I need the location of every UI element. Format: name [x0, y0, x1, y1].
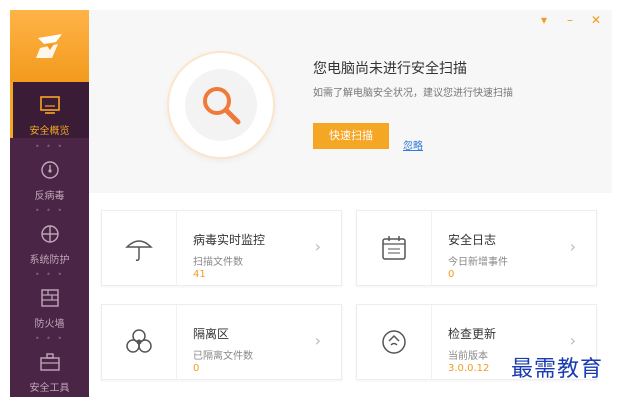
- sidebar-item-label: 安全概览: [29, 126, 70, 137]
- biohazard-icon: [126, 329, 152, 353]
- logo-icon: [35, 34, 62, 58]
- sidebar-item-firewall[interactable]: 防火墙: [10, 279, 89, 335]
- card-subtitle: 当前版本: [448, 351, 488, 362]
- scan-status-circle: [169, 53, 273, 157]
- ignore-link[interactable]: 忽略: [403, 137, 423, 152]
- card-value: 41: [193, 269, 206, 280]
- chevron-right-icon: ›: [569, 331, 576, 350]
- card-title: 隔离区: [193, 327, 230, 341]
- app-logo: [10, 10, 89, 82]
- chevron-right-icon: ›: [314, 237, 321, 256]
- firewall-icon: [40, 289, 59, 307]
- separator: • • •: [34, 270, 65, 279]
- quick-scan-button[interactable]: 快速扫描: [313, 123, 389, 149]
- sidebar: 安全概览 • • • 反病毒 • • • 系统防护 • • • 防火墙 • • …: [10, 10, 89, 397]
- card-title: 安全日志: [448, 233, 497, 247]
- sidebar-item-label: 系统防护: [29, 255, 70, 266]
- toolbox-icon: [39, 353, 60, 371]
- sidebar-item-system-protection[interactable]: 系统防护: [10, 215, 89, 271]
- calendar-icon: [382, 236, 406, 260]
- sidebar-item-overview[interactable]: 安全概览: [10, 82, 89, 138]
- separator: • • •: [34, 334, 65, 343]
- card-value: 0: [193, 363, 200, 374]
- window-controls: ▾ – ✕: [538, 13, 602, 27]
- separator: • • •: [34, 206, 65, 215]
- umbrella-icon: [125, 240, 153, 261]
- chevron-right-icon: ›: [569, 237, 576, 256]
- watermark: 最需教育: [511, 357, 604, 382]
- monitor-icon: [39, 96, 60, 114]
- sidebar-item-label: 防火墙: [34, 319, 65, 330]
- gauge-icon: [40, 161, 59, 179]
- card-subtitle: 今日新增事件: [448, 257, 508, 268]
- scan-status-subtitle: 如需了解电脑安全状况，建议您进行快速扫描: [313, 88, 513, 99]
- update-icon: [382, 330, 406, 354]
- main-panel: ▾ – ✕ 您电脑尚未进行安全扫描 如需了解电脑安全状况，建议您进行快速扫描 快…: [89, 10, 612, 397]
- card-realtime-monitor[interactable]: 病毒实时监控 扫描文件数 41 ›: [101, 210, 342, 286]
- chevron-right-icon: ›: [314, 331, 321, 350]
- card-quarantine[interactable]: 隔离区 已隔离文件数 0 ›: [101, 304, 342, 380]
- scan-banner: ▾ – ✕ 您电脑尚未进行安全扫描 如需了解电脑安全状况，建议您进行快速扫描 快…: [89, 10, 612, 193]
- card-title: 病毒实时监控: [193, 233, 266, 247]
- card-value: 0: [448, 269, 455, 280]
- card-value: 3.0.0.12: [448, 363, 490, 374]
- close-icon[interactable]: ✕: [590, 13, 602, 27]
- sidebar-item-label: 安全工具: [29, 383, 70, 394]
- sidebar-item-security-tools[interactable]: 安全工具: [10, 343, 89, 397]
- shield-icon: [40, 225, 59, 243]
- card-security-log[interactable]: 安全日志 今日新增事件 0 ›: [356, 210, 597, 286]
- minimize-icon[interactable]: –: [564, 13, 576, 27]
- scan-status-title: 您电脑尚未进行安全扫描: [313, 61, 467, 77]
- sidebar-item-antivirus[interactable]: 反病毒: [10, 151, 89, 207]
- sidebar-item-label: 反病毒: [34, 191, 65, 202]
- card-subtitle: 已隔离文件数: [193, 351, 253, 362]
- card-subtitle: 扫描文件数: [193, 257, 243, 268]
- card-title: 检查更新: [448, 327, 497, 341]
- menu-dropdown-icon[interactable]: ▾: [538, 13, 550, 27]
- separator: • • •: [34, 142, 65, 151]
- search-icon: [203, 87, 241, 125]
